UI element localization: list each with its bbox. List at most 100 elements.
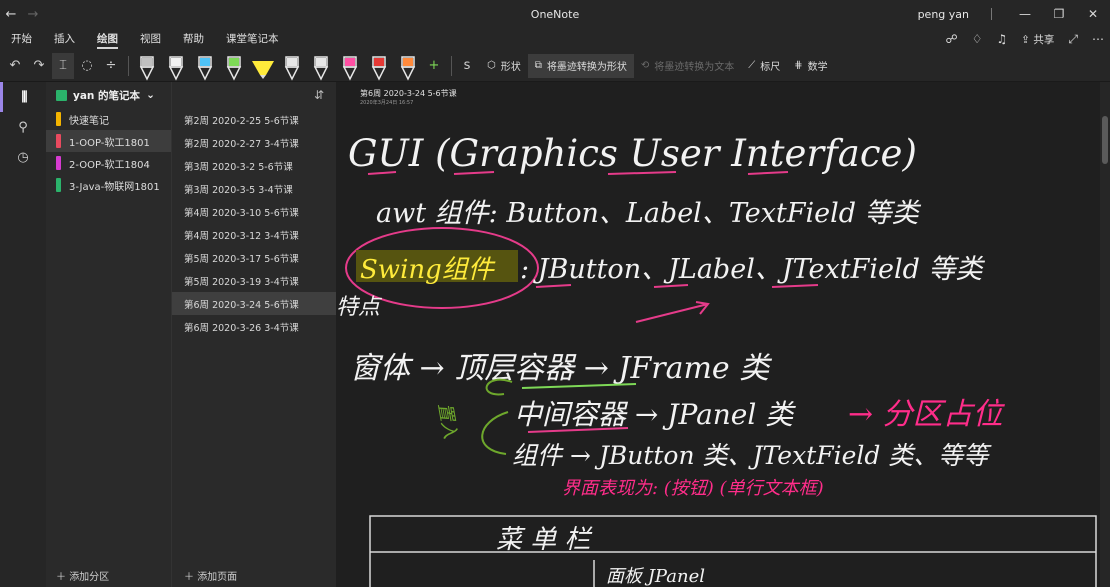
note-canvas[interactable]: 第6周 2020-3-24 5-6节课 2020年3月24日 16:57 GUI… [336, 82, 1110, 587]
ink-place-note: 置入 [434, 401, 461, 440]
more-icon[interactable]: ⋯ [1092, 32, 1104, 46]
page-item[interactable]: 第2周 2020-2-27 3-4节课 [172, 131, 336, 154]
section-item[interactable]: 快速笔记 [46, 108, 171, 130]
highlighter-icon[interactable] [249, 51, 277, 81]
ink-swing-line: : JButton、JLabel、JTextField 等类 [520, 254, 985, 285]
shapes-label: 形状 [500, 62, 521, 73]
add-page-label: 添加页面 [197, 572, 238, 583]
section-color-tab [56, 112, 61, 126]
tab-help[interactable]: 帮助 [172, 28, 215, 50]
close-icon[interactable]: ✕ [1076, 7, 1110, 21]
ruler-button[interactable]: ⟋ 标尺 [741, 54, 787, 78]
user-name[interactable]: peng yan [918, 8, 969, 21]
notebooks-icon[interactable]: ⫼ [0, 82, 46, 112]
pen-icon[interactable] [394, 51, 422, 81]
ink-feature-label: 特点 [336, 295, 383, 320]
ink-arrow [481, 411, 509, 455]
undo-icon[interactable]: ↶ [4, 53, 26, 79]
expand-icon[interactable]: ⤢ [1068, 32, 1078, 47]
ink-bottom-text: 面板 JPanel [606, 566, 705, 587]
math-button[interactable]: ⋕ 数学 [787, 54, 834, 78]
tab-class-notebook[interactable]: 课堂笔记本 [215, 28, 290, 50]
bell-icon[interactable]: ♫ [996, 32, 1007, 46]
page-item[interactable]: 第3周 2020-3-5 3-4节课 [172, 177, 336, 200]
page-item[interactable]: 第6周 2020-3-26 3-4节课 [172, 315, 336, 338]
forward-arrow-icon[interactable]: → [22, 7, 44, 22]
minimize-icon[interactable]: — [1008, 7, 1042, 21]
ink-replay-icon[interactable]: ꜱ [456, 53, 478, 79]
section-item[interactable]: 2-OOP-软工1804 [46, 152, 171, 174]
plus-icon: ＋ [184, 572, 194, 583]
shapes-button[interactable]: ⬡ 形状 [480, 54, 528, 78]
pen-icon[interactable] [162, 51, 190, 81]
sort-icon[interactable]: ⇵ [172, 82, 336, 108]
search-icon[interactable]: ⚲ [0, 112, 46, 142]
ruler-icon: ⟋ [748, 60, 756, 71]
pen-icon[interactable] [191, 51, 219, 81]
page-item[interactable]: 第2周 2020-2-25 5-6节课 [172, 108, 336, 131]
page-item[interactable]: 第6周 2020-3-24 5-6节课 [172, 292, 336, 315]
tab-home[interactable]: 开始 [0, 28, 43, 50]
ink-to-text-button[interactable]: ⟲ 将墨迹转换为文本 [634, 54, 741, 78]
share-label: 共享 [1033, 33, 1055, 46]
pen-icon[interactable] [278, 51, 306, 81]
title-separator [991, 8, 992, 20]
redo-icon[interactable]: ↷ [28, 53, 50, 79]
pen-icon[interactable] [336, 51, 364, 81]
ink-jpanel-line: 中间容器 → JPanel 类 [514, 398, 796, 431]
ink-underline [535, 284, 572, 288]
tab-draw[interactable]: 绘图 [86, 28, 129, 50]
page-item[interactable]: 第5周 2020-3-17 5-6节课 [172, 246, 336, 269]
add-pen-icon[interactable]: + [423, 53, 445, 79]
ink-to-shape-button[interactable]: ⧉ 将墨迹转换为形状 [527, 53, 634, 78]
ink-display-note: 界面表现为: (按钮) (单行文本框) [562, 478, 824, 499]
chevron-down-icon: ⌄ [146, 89, 155, 101]
sync-icon[interactable]: ☍ [946, 32, 958, 46]
notebook-selector[interactable]: yan 的笔记本 ⌄ [46, 82, 171, 108]
vertical-scrollbar[interactable] [1100, 82, 1110, 587]
type-select-icon[interactable]: ⌶ [52, 52, 74, 79]
pen-icon[interactable] [133, 51, 161, 81]
pen-icon[interactable] [220, 51, 248, 81]
share-button[interactable]: ⇪ 共享 [1021, 32, 1054, 47]
page-item[interactable]: 第4周 2020-3-12 3-4节课 [172, 223, 336, 246]
ink-jframe-line: 窗体 → 顶层容器 → JFrame 类 [350, 351, 772, 386]
tab-insert[interactable]: 插入 [43, 28, 86, 50]
pen-gallery [133, 51, 423, 81]
add-space-icon[interactable]: ÷ [100, 53, 122, 79]
section-color-tab [56, 134, 61, 148]
page-list: 第2周 2020-2-25 5-6节课 第2周 2020-2-27 3-4节课 第3… [172, 108, 336, 338]
ink-drawing[interactable]: GUI (Graphics User Interface) awt 组件: Bu… [336, 82, 1100, 587]
page-item[interactable]: 第4周 2020-3-10 5-6节课 [172, 200, 336, 223]
scrollbar-thumb[interactable] [1102, 116, 1108, 164]
tab-view[interactable]: 视图 [129, 28, 172, 50]
page-item[interactable]: 第5周 2020-3-19 3-4节课 [172, 269, 336, 292]
ink-jpanel-note: → 分区占位 [848, 397, 1006, 432]
ink-to-text-label: 将墨迹转换为文本 [654, 62, 735, 73]
pen-icon[interactable] [365, 51, 393, 81]
lightbulb-icon[interactable]: ♢ [972, 32, 983, 46]
shapes-icon: ⬡ [487, 60, 496, 71]
ink-underline [653, 284, 689, 288]
navigation-rail: ⫼ ⚲ ◷ [0, 82, 46, 587]
page-item[interactable]: 第3周 2020-3-2 5-6节课 [172, 154, 336, 177]
ruler-label: 标尺 [760, 62, 781, 73]
draw-toolbar: ↶ ↷ ⌶ ◌ ÷ + ꜱ ⬡ 形状 ⧉ 将墨迹转换为形状 ⟲ 将墨迹转换为文本 ⟋ 标… [0, 50, 1110, 82]
section-list: 快速笔记 1-OOP-软工1801 2-OOP-软工1804 3-Java-物联网18… [46, 108, 171, 196]
section-label: 3-Java-物联网1801 [69, 181, 160, 193]
pages-pane: ⇵ 第2周 2020-2-25 5-6节课 第2周 2020-2-27 3-4节课… [171, 82, 336, 587]
restore-icon[interactable]: ❐ [1042, 7, 1076, 21]
recent-icon[interactable]: ◷ [0, 142, 46, 172]
notebook-icon [56, 89, 67, 101]
add-page-button[interactable]: ＋ 添加页面 [184, 568, 237, 583]
ribbon-tabs: 开始 插入 绘图 视图 帮助 课堂笔记本 ☍ ♢ ♫ ⇪ 共享 ⤢ ⋯ [0, 28, 1110, 50]
notebook-name: yan 的笔记本 [73, 89, 141, 102]
ink-underline [771, 284, 819, 288]
section-item[interactable]: 3-Java-物联网1801 [46, 174, 171, 196]
lasso-select-icon[interactable]: ◌ [76, 53, 98, 79]
back-arrow-icon[interactable]: ← [0, 7, 22, 22]
add-section-button[interactable]: ＋ 添加分区 [56, 568, 109, 583]
section-item[interactable]: 1-OOP-软工1801 [46, 130, 171, 152]
pen-icon[interactable] [307, 51, 335, 81]
title-bar: ← → OneNote peng yan — ❐ ✕ [0, 0, 1110, 28]
